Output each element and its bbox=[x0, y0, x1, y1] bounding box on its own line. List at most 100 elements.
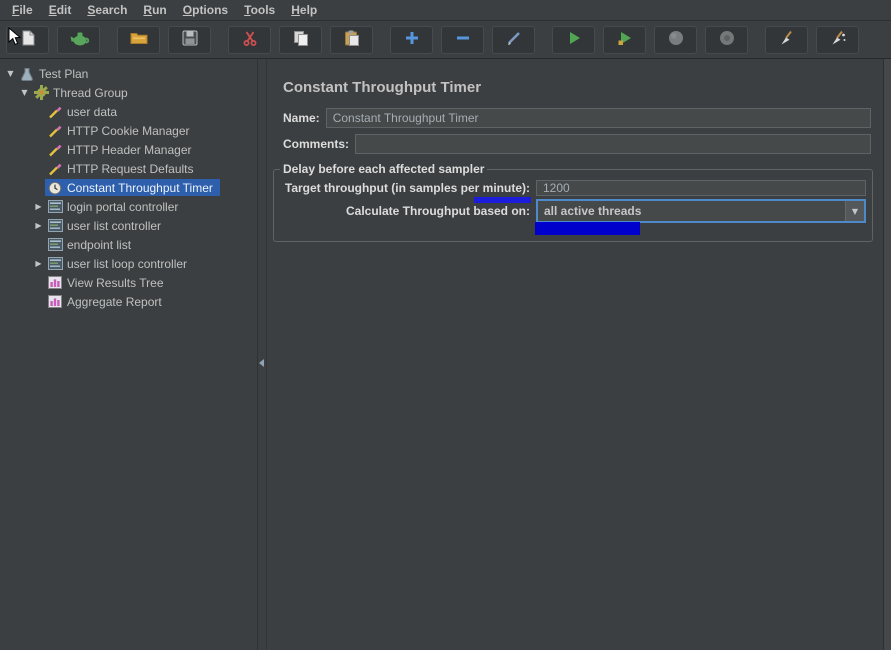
panel-splitter[interactable] bbox=[257, 59, 267, 650]
menu-run[interactable]: Run bbox=[135, 1, 174, 19]
templates-button[interactable] bbox=[57, 25, 100, 54]
tree-item-label: user list controller bbox=[67, 218, 162, 233]
tree-item-label: endpoint list bbox=[67, 237, 132, 252]
tree-item-content[interactable]: View Results Tree bbox=[45, 274, 171, 291]
controller-icon bbox=[47, 256, 63, 271]
save-icon bbox=[181, 29, 199, 50]
controller-icon bbox=[47, 199, 63, 214]
test-plan-tree: ▼ Test Plan ▼ Thread Group user data HTTP Coo… bbox=[0, 59, 257, 650]
element-editor-panel: Constant Throughput Timer Name: Comments… bbox=[267, 59, 883, 650]
shutdown-button[interactable] bbox=[705, 25, 748, 54]
clear-button[interactable] bbox=[765, 25, 808, 54]
new-file-icon bbox=[19, 29, 37, 50]
cut-icon bbox=[241, 29, 259, 50]
tree-item-aggregate-report[interactable]: Aggregate Report bbox=[0, 292, 257, 311]
menu-file[interactable]: File bbox=[4, 1, 41, 19]
tree-item-login-portal-controller[interactable]: ▶ login portal controller bbox=[0, 197, 257, 216]
tree-item-http-request-defaults[interactable]: HTTP Request Defaults bbox=[0, 159, 257, 178]
shutdown-icon bbox=[718, 29, 736, 50]
paste-icon bbox=[343, 29, 361, 50]
tree-item-view-results-tree[interactable]: View Results Tree bbox=[0, 273, 257, 292]
tree-item-label: HTTP Header Manager bbox=[67, 142, 192, 157]
menu-search[interactable]: Search bbox=[79, 1, 135, 19]
expand-arrow-icon[interactable]: ▶ bbox=[32, 259, 45, 268]
tree-item-test-plan[interactable]: ▼ Test Plan bbox=[0, 64, 257, 83]
config-icon bbox=[47, 142, 63, 157]
tree-item-content[interactable]: user data bbox=[45, 103, 124, 120]
tree-item-content[interactable]: Test Plan bbox=[17, 65, 95, 82]
menubar: File Edit Search Run Options Tools Help bbox=[0, 0, 891, 21]
collapse-arrow-icon[interactable]: ▼ bbox=[4, 69, 17, 78]
tree-item-user-list-controller[interactable]: ▶ user list controller bbox=[0, 216, 257, 235]
delay-group-grid: Target throughput (in samples per minute… bbox=[280, 180, 866, 223]
tree-item-content[interactable]: Aggregate Report bbox=[45, 293, 169, 310]
tree-item-label: View Results Tree bbox=[67, 275, 164, 290]
menu-edit[interactable]: Edit bbox=[41, 1, 80, 19]
calculate-throughput-dropdown[interactable]: all active threads ▼ bbox=[536, 199, 866, 223]
clear-icon bbox=[778, 29, 796, 50]
tree-item-content[interactable]: HTTP Header Manager bbox=[45, 141, 199, 158]
save-button[interactable] bbox=[168, 25, 211, 54]
minus-button[interactable] bbox=[441, 25, 484, 54]
tree-item-endpoint-list[interactable]: endpoint list bbox=[0, 235, 257, 254]
tree-item-content[interactable]: HTTP Request Defaults bbox=[45, 160, 201, 177]
calculate-throughput-label: Calculate Throughput based on: bbox=[345, 204, 530, 218]
tree-item-content[interactable]: user list loop controller bbox=[45, 255, 194, 272]
vertical-scrollbar[interactable] bbox=[883, 59, 891, 650]
timer-icon bbox=[47, 180, 63, 195]
new-file-button[interactable] bbox=[6, 25, 49, 54]
config-icon bbox=[47, 123, 63, 138]
target-throughput-input[interactable] bbox=[536, 180, 866, 196]
templates-icon bbox=[69, 29, 89, 50]
tree-item-content[interactable]: Thread Group bbox=[31, 84, 135, 101]
name-input[interactable] bbox=[325, 108, 871, 128]
tree-item-content[interactable]: user list controller bbox=[45, 217, 168, 234]
tree-item-thread-group[interactable]: ▼ Thread Group bbox=[0, 83, 257, 102]
comments-label: Comments: bbox=[283, 137, 350, 151]
clear-all-icon bbox=[829, 29, 847, 50]
expand-arrow-icon[interactable]: ▶ bbox=[32, 221, 45, 230]
collapse-arrow-icon[interactable]: ▼ bbox=[18, 88, 31, 97]
controller-icon bbox=[47, 218, 63, 233]
tree-item-label: Constant Throughput Timer bbox=[67, 180, 213, 195]
tree-item-label: Thread Group bbox=[53, 85, 128, 100]
tree-item-content[interactable]: HTTP Cookie Manager bbox=[45, 122, 197, 139]
config-icon bbox=[47, 104, 63, 119]
tree-item-user-list-loop-controller[interactable]: ▶ user list loop controller bbox=[0, 254, 257, 273]
controller-icon bbox=[47, 237, 63, 252]
start-no-pauses-button[interactable] bbox=[603, 25, 646, 54]
menu-tools[interactable]: Tools bbox=[236, 1, 283, 19]
page-title: Constant Throughput Timer bbox=[283, 79, 482, 96]
plus-icon bbox=[403, 29, 421, 50]
tree-item-constant-throughput-timer[interactable]: Constant Throughput Timer bbox=[0, 178, 257, 197]
clear-all-button[interactable] bbox=[816, 25, 859, 54]
tree-item-user-data[interactable]: user data bbox=[0, 102, 257, 121]
toggle-button[interactable] bbox=[492, 25, 535, 54]
plus-button[interactable] bbox=[390, 25, 433, 54]
stop-button[interactable] bbox=[654, 25, 697, 54]
click-annotation-box bbox=[535, 222, 640, 235]
expand-arrow-icon[interactable]: ▶ bbox=[32, 202, 45, 211]
tree-item-http-cookie-manager[interactable]: HTTP Cookie Manager bbox=[0, 121, 257, 140]
open-folder-button[interactable] bbox=[117, 25, 160, 54]
comments-input[interactable] bbox=[355, 134, 871, 154]
splitter-collapse-arrow-icon[interactable] bbox=[259, 359, 264, 367]
tree-item-label: user data bbox=[67, 104, 118, 119]
tree-item-label: Test Plan bbox=[39, 66, 89, 81]
name-label: Name: bbox=[283, 111, 320, 125]
tree-item-http-header-manager[interactable]: HTTP Header Manager bbox=[0, 140, 257, 159]
copy-button[interactable] bbox=[279, 25, 322, 54]
tree-item-content[interactable]: login portal controller bbox=[45, 198, 185, 215]
paste-button[interactable] bbox=[330, 25, 373, 54]
menu-options[interactable]: Options bbox=[175, 1, 236, 19]
toggle-icon bbox=[505, 29, 523, 50]
menu-help[interactable]: Help bbox=[283, 1, 325, 19]
tree-item-content[interactable]: endpoint list bbox=[45, 236, 138, 253]
comments-row: Comments: bbox=[283, 134, 871, 154]
chevron-down-icon[interactable]: ▼ bbox=[845, 201, 864, 221]
tree-item-content[interactable]: Constant Throughput Timer bbox=[45, 179, 220, 196]
start-button[interactable] bbox=[552, 25, 595, 54]
stop-icon bbox=[667, 29, 685, 50]
cut-button[interactable] bbox=[228, 25, 271, 54]
config-icon bbox=[47, 161, 63, 176]
